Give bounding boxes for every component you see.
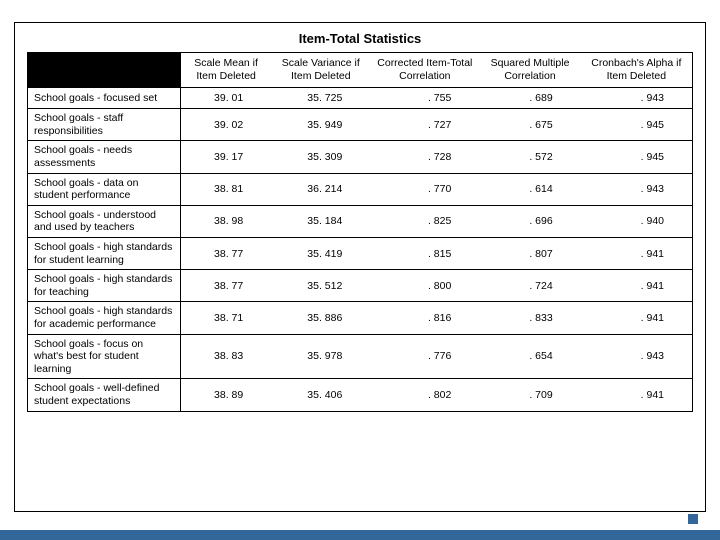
slide-frame: Item-Total Statistics Scale Mean if Item… [14, 22, 706, 512]
cell-cronbach-alpha: . 941 [581, 270, 693, 302]
cell-corrected-correlation: . 728 [370, 141, 479, 173]
row-label: School goals - data on student performan… [28, 173, 181, 205]
table-row: School goals - well-defined student expe… [28, 379, 693, 411]
cell-scale-mean: 38. 71 [181, 302, 272, 334]
header-squared-multiple: Squared Multiple Correlation [479, 53, 580, 88]
cell-cronbach-alpha: . 940 [581, 205, 693, 237]
table-row: School goals - focus on what's best for … [28, 334, 693, 379]
header-cronbach-alpha: Cronbach's Alpha if Item Deleted [581, 53, 693, 88]
table-row: School goals - high standards for teachi… [28, 270, 693, 302]
footer-square-icon [688, 514, 698, 524]
footer-bar [0, 530, 720, 540]
cell-corrected-correlation: . 770 [370, 173, 479, 205]
cell-scale-mean: 38. 81 [181, 173, 272, 205]
header-scale-variance: Scale Variance if Item Deleted [271, 53, 370, 88]
cell-scale-mean: 38. 77 [181, 238, 272, 270]
row-label: School goals - focused set [28, 88, 181, 109]
cell-cronbach-alpha: . 945 [581, 141, 693, 173]
cell-corrected-correlation: . 727 [370, 109, 479, 141]
header-corrected-correlation: Corrected Item-Total Correlation [370, 53, 479, 88]
table-row: School goals - focused set39. 0135. 725.… [28, 88, 693, 109]
cell-cronbach-alpha: . 943 [581, 173, 693, 205]
row-label: School goals - high standards for teachi… [28, 270, 181, 302]
cell-scale-mean: 38. 77 [181, 270, 272, 302]
cell-scale-mean: 39. 01 [181, 88, 272, 109]
cell-scale-mean: 38. 98 [181, 205, 272, 237]
cell-scale-mean: 39. 02 [181, 109, 272, 141]
cell-squared-multiple: . 709 [479, 379, 580, 411]
header-blank [28, 53, 181, 88]
row-label: School goals - needs assessments [28, 141, 181, 173]
row-label: School goals - understood and used by te… [28, 205, 181, 237]
cell-scale-mean: 38. 89 [181, 379, 272, 411]
cell-scale-variance: 35. 886 [271, 302, 370, 334]
cell-cronbach-alpha: . 945 [581, 109, 693, 141]
cell-scale-variance: 36. 214 [271, 173, 370, 205]
header-scale-mean: Scale Mean if Item Deleted [181, 53, 272, 88]
cell-scale-variance: 35. 725 [271, 88, 370, 109]
table-row: School goals - data on student performan… [28, 173, 693, 205]
statistics-table: Scale Mean if Item Deleted Scale Varianc… [27, 52, 693, 412]
cell-scale-variance: 35. 309 [271, 141, 370, 173]
cell-cronbach-alpha: . 943 [581, 88, 693, 109]
cell-squared-multiple: . 833 [479, 302, 580, 334]
table-row: School goals - high standards for academ… [28, 302, 693, 334]
cell-scale-mean: 38. 83 [181, 334, 272, 379]
cell-corrected-correlation: . 825 [370, 205, 479, 237]
table-row: School goals - staff responsibilities39.… [28, 109, 693, 141]
cell-squared-multiple: . 572 [479, 141, 580, 173]
row-label: School goals - well-defined student expe… [28, 379, 181, 411]
cell-scale-variance: 35. 978 [271, 334, 370, 379]
cell-squared-multiple: . 689 [479, 88, 580, 109]
row-label: School goals - focus on what's best for … [28, 334, 181, 379]
cell-squared-multiple: . 724 [479, 270, 580, 302]
cell-corrected-correlation: . 815 [370, 238, 479, 270]
row-label: School goals - high standards for academ… [28, 302, 181, 334]
table-header-row: Scale Mean if Item Deleted Scale Varianc… [28, 53, 693, 88]
cell-cronbach-alpha: . 941 [581, 238, 693, 270]
cell-corrected-correlation: . 776 [370, 334, 479, 379]
row-label: School goals - staff responsibilities [28, 109, 181, 141]
cell-scale-mean: 39. 17 [181, 141, 272, 173]
cell-scale-variance: 35. 949 [271, 109, 370, 141]
cell-squared-multiple: . 614 [479, 173, 580, 205]
table-row: School goals - needs assessments39. 1735… [28, 141, 693, 173]
cell-squared-multiple: . 675 [479, 109, 580, 141]
cell-cronbach-alpha: . 941 [581, 302, 693, 334]
cell-squared-multiple: . 654 [479, 334, 580, 379]
cell-squared-multiple: . 696 [479, 205, 580, 237]
table-row: School goals - high standards for studen… [28, 238, 693, 270]
cell-corrected-correlation: . 816 [370, 302, 479, 334]
cell-squared-multiple: . 807 [479, 238, 580, 270]
cell-scale-variance: 35. 406 [271, 379, 370, 411]
cell-scale-variance: 35. 512 [271, 270, 370, 302]
table-title: Item-Total Statistics [15, 23, 705, 52]
table-row: School goals - understood and used by te… [28, 205, 693, 237]
row-label: School goals - high standards for studen… [28, 238, 181, 270]
cell-scale-variance: 35. 184 [271, 205, 370, 237]
cell-scale-variance: 35. 419 [271, 238, 370, 270]
cell-cronbach-alpha: . 943 [581, 334, 693, 379]
cell-cronbach-alpha: . 941 [581, 379, 693, 411]
cell-corrected-correlation: . 802 [370, 379, 479, 411]
cell-corrected-correlation: . 755 [370, 88, 479, 109]
cell-corrected-correlation: . 800 [370, 270, 479, 302]
